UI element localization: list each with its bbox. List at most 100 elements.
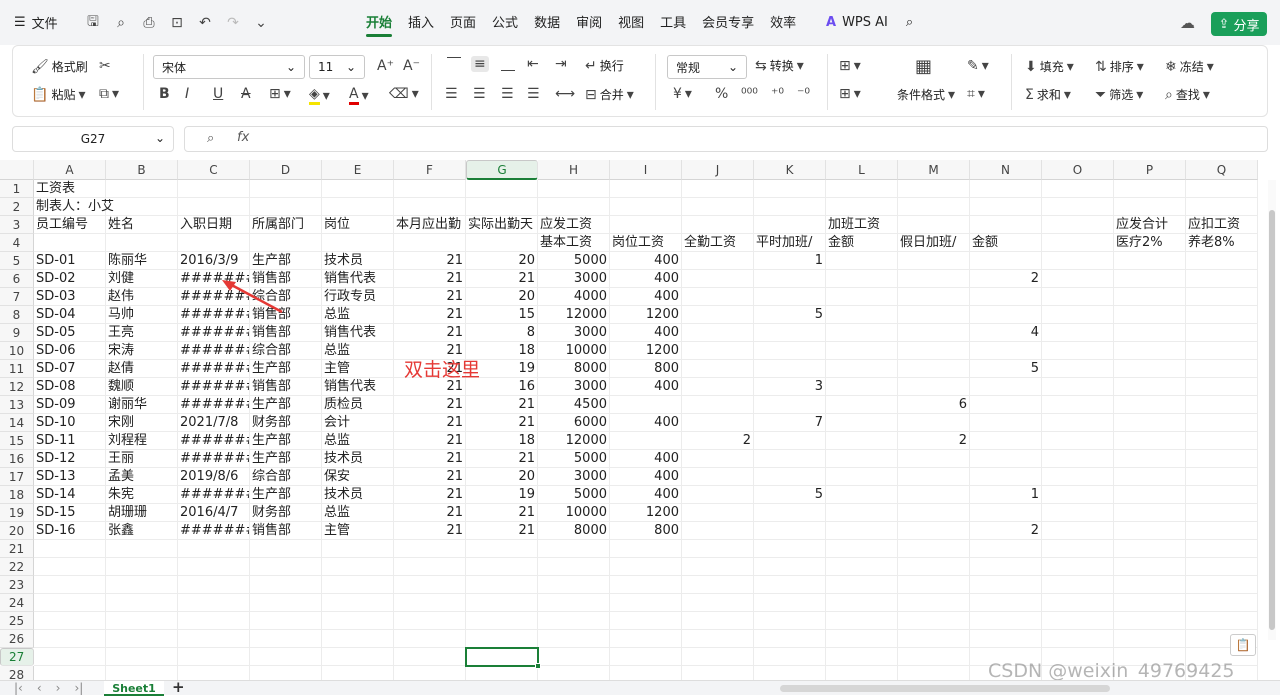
empty-cell[interactable] bbox=[1114, 378, 1186, 396]
cell[interactable]: 400 bbox=[610, 378, 682, 396]
prev-sheet-icon[interactable]: ‹ bbox=[37, 681, 42, 695]
thousands-button[interactable]: ⁰⁰⁰ bbox=[741, 86, 758, 102]
empty-cell[interactable] bbox=[1186, 396, 1258, 414]
cell[interactable]: SD-14 bbox=[34, 486, 106, 504]
empty-cell[interactable] bbox=[322, 630, 394, 648]
cell[interactable]: 800 bbox=[610, 522, 682, 540]
cell[interactable]: 技术员 bbox=[322, 252, 394, 270]
row-header[interactable]: 28 bbox=[0, 666, 34, 680]
empty-cell[interactable] bbox=[970, 504, 1042, 522]
empty-cell[interactable] bbox=[898, 252, 970, 270]
empty-cell[interactable] bbox=[826, 576, 898, 594]
currency-button[interactable]: ¥ ▾ bbox=[673, 86, 692, 102]
empty-cell[interactable] bbox=[682, 666, 754, 680]
empty-cell[interactable] bbox=[754, 522, 826, 540]
redo-icon[interactable]: ↷ bbox=[224, 14, 242, 32]
empty-cell[interactable] bbox=[250, 540, 322, 558]
column-header[interactable]: K bbox=[754, 160, 826, 180]
column-header[interactable]: C bbox=[178, 160, 250, 180]
empty-cell[interactable] bbox=[970, 558, 1042, 576]
empty-cell[interactable] bbox=[178, 180, 250, 198]
cell[interactable]: SD-03 bbox=[34, 288, 106, 306]
cell[interactable]: 销售部 bbox=[250, 522, 322, 540]
empty-cell[interactable] bbox=[754, 288, 826, 306]
empty-cell[interactable] bbox=[34, 540, 106, 558]
empty-cell[interactable] bbox=[1114, 630, 1186, 648]
find-button[interactable]: ⌕ 查找 ▾ bbox=[1165, 86, 1210, 103]
cell[interactable]: ######## bbox=[178, 396, 250, 414]
empty-cell[interactable] bbox=[970, 252, 1042, 270]
cell[interactable]: 400 bbox=[610, 270, 682, 288]
next-sheet-icon[interactable]: › bbox=[56, 681, 61, 695]
empty-cell[interactable] bbox=[682, 504, 754, 522]
empty-cell[interactable] bbox=[1186, 504, 1258, 522]
cell[interactable]: 400 bbox=[610, 414, 682, 432]
row-header[interactable]: 14 bbox=[0, 414, 34, 432]
empty-cell[interactable] bbox=[394, 234, 466, 252]
cell[interactable]: SD-02 bbox=[34, 270, 106, 288]
decrease-indent-button[interactable]: ⇤ bbox=[527, 56, 539, 72]
cell[interactable]: SD-01 bbox=[34, 252, 106, 270]
merge-button[interactable]: ⊟ 合并 ▾ bbox=[585, 86, 634, 103]
strikethrough-button[interactable]: A bbox=[241, 86, 251, 102]
column-header[interactable]: O bbox=[1042, 160, 1114, 180]
cell[interactable]: 实际出勤天 bbox=[466, 216, 538, 234]
cell[interactable]: 3000 bbox=[538, 270, 610, 288]
empty-cell[interactable] bbox=[682, 378, 754, 396]
empty-cell[interactable] bbox=[538, 576, 610, 594]
cell[interactable]: 销售部 bbox=[250, 324, 322, 342]
empty-cell[interactable] bbox=[754, 540, 826, 558]
cell[interactable]: 基本工资 bbox=[538, 234, 610, 252]
empty-cell[interactable] bbox=[1114, 180, 1186, 198]
empty-cell[interactable] bbox=[1042, 306, 1114, 324]
empty-cell[interactable] bbox=[1042, 234, 1114, 252]
empty-cell[interactable] bbox=[610, 432, 682, 450]
cell[interactable]: 陈丽华 bbox=[106, 252, 178, 270]
copy-button[interactable]: ⧉ ▾ bbox=[99, 86, 119, 102]
cell[interactable]: ######## bbox=[178, 486, 250, 504]
empty-cell[interactable] bbox=[1114, 342, 1186, 360]
empty-cell[interactable] bbox=[754, 450, 826, 468]
empty-cell[interactable] bbox=[610, 612, 682, 630]
table-style-button[interactable]: ⊞ ▾ bbox=[839, 58, 861, 74]
cell[interactable]: ######## bbox=[178, 342, 250, 360]
cell[interactable]: 1 bbox=[754, 252, 826, 270]
empty-cell[interactable] bbox=[178, 558, 250, 576]
tab-3[interactable]: 公式 bbox=[484, 0, 526, 45]
cell[interactable]: 21 bbox=[394, 468, 466, 486]
select-all-corner[interactable] bbox=[0, 160, 34, 180]
cell[interactable]: 1200 bbox=[610, 306, 682, 324]
empty-cell[interactable] bbox=[898, 324, 970, 342]
empty-cell[interactable] bbox=[970, 612, 1042, 630]
empty-cell[interactable] bbox=[466, 630, 538, 648]
empty-cell[interactable] bbox=[682, 522, 754, 540]
cell[interactable]: 赵倩 bbox=[106, 360, 178, 378]
empty-cell[interactable] bbox=[1114, 612, 1186, 630]
cell[interactable]: SD-06 bbox=[34, 342, 106, 360]
empty-cell[interactable] bbox=[898, 450, 970, 468]
empty-cell[interactable] bbox=[826, 432, 898, 450]
tab-7[interactable]: 工具 bbox=[652, 0, 694, 45]
empty-cell[interactable] bbox=[1114, 270, 1186, 288]
cell[interactable]: 行政专员 bbox=[322, 288, 394, 306]
cell[interactable]: 销售部 bbox=[250, 378, 322, 396]
empty-cell[interactable] bbox=[682, 216, 754, 234]
empty-cell[interactable] bbox=[1042, 504, 1114, 522]
empty-cell[interactable] bbox=[682, 396, 754, 414]
empty-cell[interactable] bbox=[754, 432, 826, 450]
row-header[interactable]: 18 bbox=[0, 486, 34, 504]
empty-cell[interactable] bbox=[178, 576, 250, 594]
empty-cell[interactable] bbox=[898, 270, 970, 288]
empty-cell[interactable] bbox=[682, 648, 754, 666]
cell[interactable]: 10000 bbox=[538, 504, 610, 522]
empty-cell[interactable] bbox=[970, 198, 1042, 216]
italic-button[interactable]: I bbox=[185, 86, 189, 102]
empty-cell[interactable] bbox=[826, 378, 898, 396]
cell[interactable]: ######## bbox=[178, 432, 250, 450]
empty-cell[interactable] bbox=[826, 468, 898, 486]
empty-cell[interactable] bbox=[322, 666, 394, 680]
empty-cell[interactable] bbox=[178, 234, 250, 252]
cell[interactable]: 2 bbox=[970, 270, 1042, 288]
empty-cell[interactable] bbox=[826, 252, 898, 270]
empty-cell[interactable] bbox=[610, 198, 682, 216]
